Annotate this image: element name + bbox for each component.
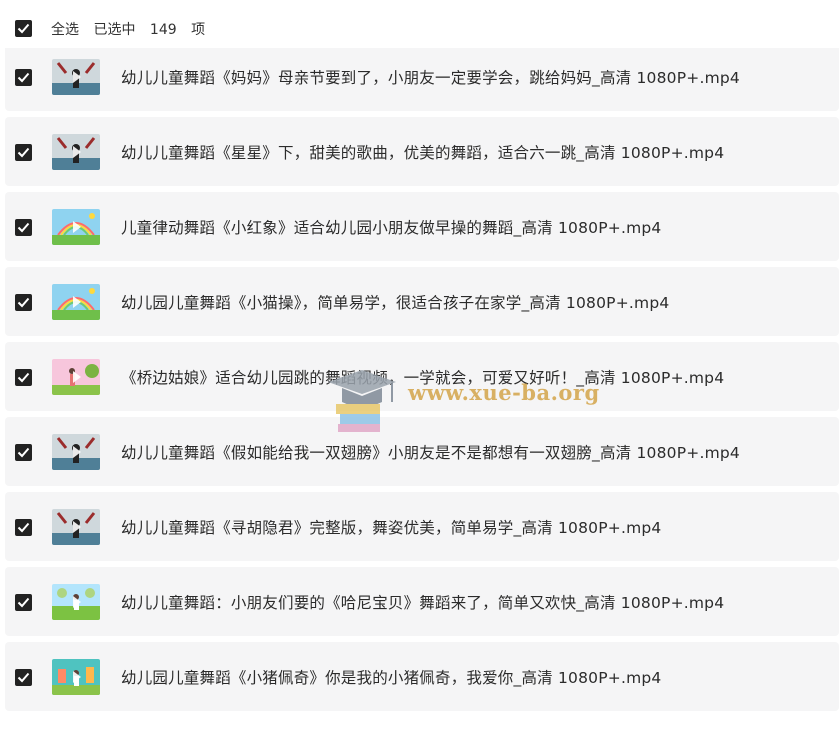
check-icon <box>17 23 30 34</box>
file-list-item[interactable]: 儿童律动舞蹈《小红象》适合幼儿园小朋友做早操的舞蹈_高清 1080P+.mp4 <box>5 192 839 261</box>
file-list-item[interactable]: 幼儿儿童舞蹈：小朋友们要的《哈尼宝贝》舞蹈来了，简单又欢快_高清 1080P+.… <box>5 567 839 636</box>
video-thumbnail[interactable] <box>52 208 100 245</box>
video-thumbnail[interactable] <box>52 508 100 545</box>
item-checkbox[interactable] <box>15 368 32 386</box>
video-thumbnail[interactable] <box>52 58 100 95</box>
play-icon <box>52 508 100 545</box>
play-icon <box>52 58 100 95</box>
file-list-item[interactable]: 幼儿园儿童舞蹈《小猫操》，简单易学，很适合孩子在家学_高清 1080P+.mp4 <box>5 267 839 336</box>
item-checkbox[interactable] <box>15 218 32 236</box>
file-list-item[interactable]: 幼儿儿童舞蹈《寻胡隐君》完整版，舞姿优美，简单易学_高清 1080P+.mp4 <box>5 492 839 561</box>
check-icon <box>17 372 30 382</box>
item-checkbox[interactable] <box>15 443 32 461</box>
selection-summary: 全选 已选中 149 项 <box>51 19 215 39</box>
check-icon <box>17 447 30 457</box>
file-name[interactable]: 幼儿儿童舞蹈《妈妈》母亲节要到了，小朋友一定要学会，跳给妈妈_高清 1080P+… <box>121 66 740 88</box>
check-icon <box>17 522 30 532</box>
play-icon <box>52 433 100 470</box>
check-icon <box>17 297 30 307</box>
select-all-label[interactable]: 全选 <box>51 22 79 38</box>
file-list: 幼儿儿童舞蹈《妈妈》母亲节要到了，小朋友一定要学会，跳给妈妈_高清 1080P+… <box>5 0 839 717</box>
selected-label: 已选中 <box>93 22 136 38</box>
file-name[interactable]: 幼儿园儿童舞蹈《小猪佩奇》你是我的小猪佩奇，我爱你_高清 1080P+.mp4 <box>121 666 662 688</box>
item-checkbox[interactable] <box>15 293 32 311</box>
select-all-checkbox[interactable] <box>15 20 32 37</box>
file-name[interactable]: 儿童律动舞蹈《小红象》适合幼儿园小朋友做早操的舞蹈_高清 1080P+.mp4 <box>121 216 662 238</box>
file-list-item[interactable]: 幼儿儿童舞蹈《妈妈》母亲节要到了，小朋友一定要学会，跳给妈妈_高清 1080P+… <box>5 42 839 111</box>
item-checkbox[interactable] <box>15 518 32 536</box>
play-icon <box>52 358 100 395</box>
check-icon <box>17 72 30 82</box>
file-name[interactable]: 《桥边姑娘》适合幼儿园跳的舞蹈视频，一学就会，可爱又好听！_高清 1080P+.… <box>121 366 724 388</box>
video-thumbnail[interactable] <box>52 283 100 320</box>
check-icon <box>17 147 30 157</box>
play-icon <box>52 133 100 170</box>
file-list-item[interactable]: 幼儿儿童舞蹈《星星》下，甜美的歌曲，优美的舞蹈，适合六一跳_高清 1080P+.… <box>5 117 839 186</box>
video-thumbnail[interactable] <box>52 658 100 695</box>
item-checkbox[interactable] <box>15 593 32 611</box>
unit-label: 项 <box>191 22 206 38</box>
video-thumbnail[interactable] <box>52 433 100 470</box>
selected-count: 149 <box>149 22 177 38</box>
play-icon <box>52 208 100 245</box>
item-checkbox[interactable] <box>15 68 32 86</box>
file-list-item[interactable]: 幼儿儿童舞蹈《假如能给我一双翅膀》小朋友是不是都想有一双翅膀_高清 1080P+… <box>5 417 839 486</box>
file-list-item[interactable]: 《桥边姑娘》适合幼儿园跳的舞蹈视频，一学就会，可爱又好听！_高清 1080P+.… <box>5 342 839 411</box>
check-icon <box>17 597 30 607</box>
file-name[interactable]: 幼儿儿童舞蹈《星星》下，甜美的歌曲，优美的舞蹈，适合六一跳_高清 1080P+.… <box>121 141 724 163</box>
check-icon <box>17 222 30 232</box>
file-list-item[interactable]: 幼儿园儿童舞蹈《小猪佩奇》你是我的小猪佩奇，我爱你_高清 1080P+.mp4 <box>5 642 839 711</box>
file-name[interactable]: 幼儿园儿童舞蹈《小猫操》，简单易学，很适合孩子在家学_高清 1080P+.mp4 <box>121 291 669 313</box>
play-icon <box>52 283 100 320</box>
item-checkbox[interactable] <box>15 143 32 161</box>
item-checkbox[interactable] <box>15 668 32 686</box>
play-icon <box>52 658 100 695</box>
video-thumbnail[interactable] <box>52 133 100 170</box>
video-thumbnail[interactable] <box>52 583 100 620</box>
file-name[interactable]: 幼儿儿童舞蹈：小朋友们要的《哈尼宝贝》舞蹈来了，简单又欢快_高清 1080P+.… <box>121 591 724 613</box>
check-icon <box>17 672 30 682</box>
selection-header: 全选 已选中 149 项 <box>0 0 839 48</box>
play-icon <box>52 583 100 620</box>
file-name[interactable]: 幼儿儿童舞蹈《假如能给我一双翅膀》小朋友是不是都想有一双翅膀_高清 1080P+… <box>121 441 740 463</box>
file-list-page: 全选 已选中 149 项 幼儿儿童舞蹈《妈妈》母亲节要到了，小朋友一定要学会，跳… <box>0 0 839 748</box>
file-name[interactable]: 幼儿儿童舞蹈《寻胡隐君》完整版，舞姿优美，简单易学_高清 1080P+.mp4 <box>121 516 662 538</box>
video-thumbnail[interactable] <box>52 358 100 395</box>
